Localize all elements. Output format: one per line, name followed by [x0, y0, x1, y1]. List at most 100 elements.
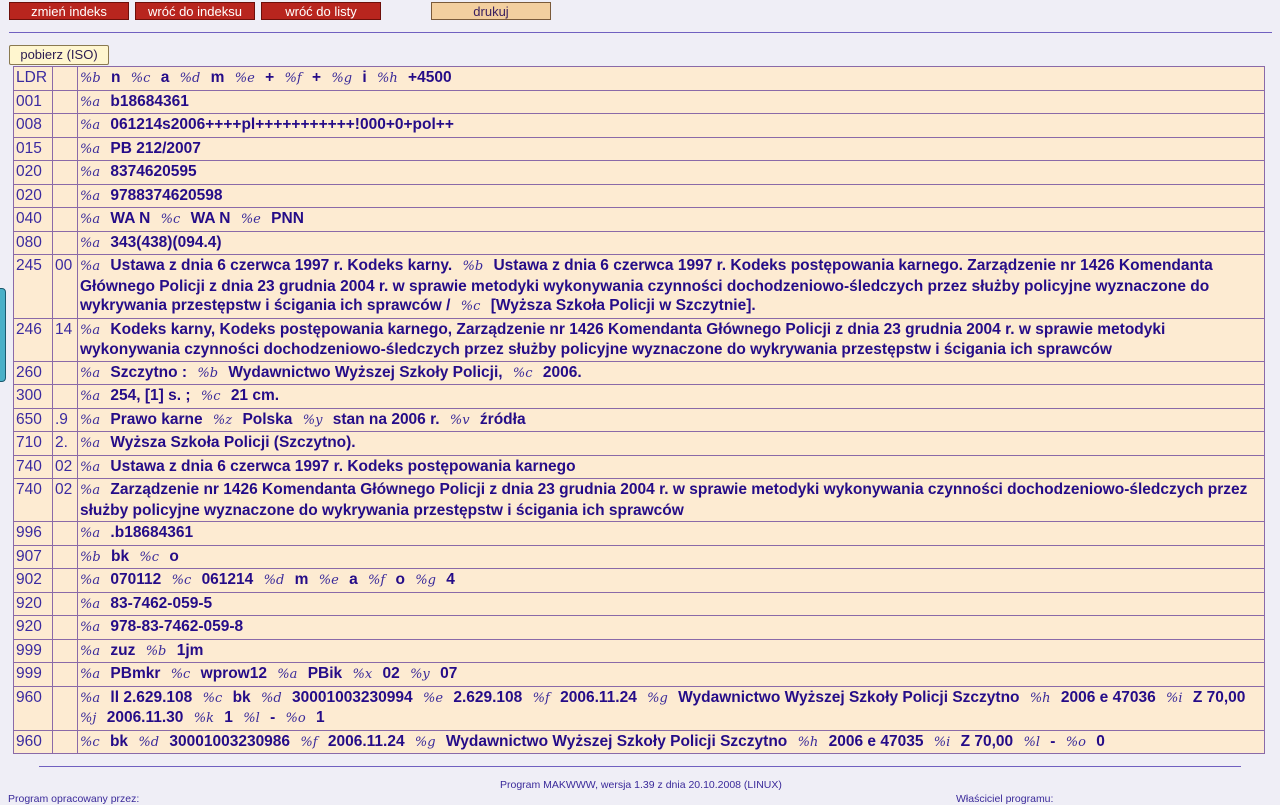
subfield-code: %v — [449, 412, 470, 428]
subfield-text: Polska — [242, 410, 293, 428]
subfield-text: bk — [109, 732, 129, 750]
subfield-text: PB 212/2007 — [110, 139, 201, 157]
subfield-code: %b — [197, 365, 219, 381]
field-tag: 996 — [13, 521, 53, 546]
marc-field-row: 246 14 %a Kodeks karny, Kodeks postępowani… — [13, 317, 1265, 362]
marc-field-row: 260 %a Szczytno : %b Wydawnictwo Wyższej … — [13, 360, 1265, 385]
subfield-code: %g — [414, 734, 436, 750]
subfield-text: Zarządzenie nr 1426 Komendanta Głównego … — [80, 481, 1248, 519]
subfield-text: 8374620595 — [110, 163, 197, 180]
marc-field-row: 920 %a 83-7462-059-5 — [13, 591, 1265, 616]
subfield-code: %c — [200, 389, 221, 404]
subfield-text: 1 — [224, 709, 233, 726]
subfield-text: 061214s2006++++pl+++++++++++!000+0+pol++ — [110, 116, 454, 133]
subfield-code: %a — [80, 322, 101, 338]
field-value: %a 343(438)(094.4) — [77, 230, 1265, 255]
field-tag: 920 — [13, 591, 53, 616]
subfield-text: PNN — [271, 210, 304, 227]
subfield-text: 343(438)(094.4) — [110, 233, 222, 251]
change-index-button[interactable]: zmień indeks — [9, 2, 129, 20]
subfield-text: 070112 — [110, 571, 162, 588]
subfield-code: %a — [80, 165, 101, 180]
field-tag: 020 — [13, 160, 53, 185]
marc-field-row: 999 %a zuz %b 1jm — [13, 638, 1265, 663]
marc-field-row: 015 %a PB 212/2007 — [13, 136, 1265, 161]
subfield-code: %b — [145, 643, 167, 659]
subfield-code: %j — [80, 711, 97, 726]
marc-field-row: 040 %a WA N %c WA N %e PNN — [13, 207, 1265, 232]
field-indicators — [52, 230, 78, 255]
marc-field-row: 300 %a 254, [1] s. ; %c 21 cm. — [13, 384, 1265, 409]
subfield-text: 2006.11.30 — [106, 709, 184, 726]
subfield-text: o — [395, 571, 405, 588]
subfield-text: wprow12 — [200, 665, 267, 682]
back-to-list-button[interactable]: wróć do listy — [261, 2, 381, 20]
toolbar: zmień indeks wróć do indeksu wróć do lis… — [0, 0, 1280, 34]
field-indicators — [52, 89, 78, 114]
subfield-text: 2006.11.24 — [327, 732, 405, 750]
subfield-code: %c — [202, 690, 223, 706]
marc-field-row: 020 %a 9788374620598 — [13, 183, 1265, 208]
subfield-text: Wydawnictwo Wyższej Szkoły Policji Szczy… — [678, 688, 1020, 706]
subfield-text: i — [362, 69, 367, 86]
subfield-code: %a — [80, 141, 101, 157]
field-value: %a 254, [1] s. ; %c 21 cm. — [77, 384, 1265, 409]
subfield-code: %d — [138, 734, 160, 750]
field-value: %b n %c a %d m %e + %f + %g i %h +4500 — [77, 66, 1265, 91]
field-value: %a ll 2.629.108 %c bk %d 30001003230994 … — [77, 685, 1265, 731]
field-tag: 902 — [13, 568, 53, 593]
subfield-code: %y — [302, 412, 323, 428]
subfield-code: %o — [1065, 734, 1086, 750]
subfield-code: %y — [410, 667, 430, 682]
field-indicators — [52, 544, 78, 569]
field-indicators — [52, 136, 78, 161]
subfield-text: o — [169, 547, 179, 565]
field-indicators — [52, 360, 78, 385]
marc-field-row: 080 %a 343(438)(094.4) — [13, 230, 1265, 255]
field-indicators — [52, 729, 78, 754]
subfield-code: %a — [80, 459, 101, 475]
side-handle[interactable] — [0, 288, 6, 382]
subfield-text: Kodeks karny, Kodeks postępowania karneg… — [80, 320, 1166, 359]
field-value: %a Ustawa z dnia 6 czerwca 1997 r. Kodek… — [77, 454, 1265, 479]
subfield-code: %g — [415, 573, 436, 588]
subfield-code: %c — [139, 549, 160, 565]
print-button[interactable]: drukuj — [431, 2, 551, 20]
field-value: %a Ustawa z dnia 6 czerwca 1997 r. Kodek… — [77, 254, 1265, 319]
download-iso-button[interactable]: pobierz (ISO) — [9, 45, 109, 65]
field-indicators — [52, 638, 78, 663]
subfield-text: +4500 — [408, 69, 452, 86]
subfield-text: 0 — [1096, 732, 1105, 750]
field-tag: 040 — [13, 207, 53, 232]
subfield-code: %c — [130, 71, 151, 86]
subfield-code: %a — [80, 188, 101, 204]
subfield-text: 978-83-7462-059-8 — [110, 618, 244, 635]
subfield-text: 02 — [382, 665, 400, 682]
subfield-text: Szczytno : — [110, 363, 188, 381]
subfield-text: Wyższa Szkoła Policji (Szczytno). — [110, 434, 356, 451]
subfield-code: %l — [243, 711, 260, 726]
subfield-text: Ustawa z dnia 6 czerwca 1997 r. Kodeks k… — [110, 257, 453, 274]
subfield-text: 9788374620598 — [110, 186, 223, 204]
back-to-index-button[interactable]: wróć do indeksu — [135, 2, 255, 20]
subfield-text: 30001003230986 — [169, 732, 291, 750]
subfield-text: Ustawa z dnia 6 czerwca 1997 r. Kodeks p… — [110, 457, 576, 475]
marc-field-row: 920 %a 978-83-7462-059-8 — [13, 615, 1265, 640]
field-indicators — [52, 615, 78, 640]
field-value: %b bk %c o — [77, 544, 1265, 569]
subfield-code: %o — [285, 711, 306, 726]
subfield-text: 254, [1] s. ; — [110, 387, 191, 404]
subfield-code: %e — [240, 212, 261, 227]
subfield-code: %c — [512, 365, 533, 381]
subfield-code: %c — [171, 573, 192, 588]
field-tag: 999 — [13, 638, 53, 663]
subfield-text: [Wyższa Szkoła Policji w Szczytnie]. — [490, 297, 756, 314]
subfield-text: 2006. — [542, 363, 582, 381]
marc-field-row: 710 2. %a Wyższa Szkoła Policji (Szczytno)… — [13, 431, 1265, 456]
field-indicators: 02 — [52, 454, 78, 479]
subfield-code: %c — [80, 734, 100, 750]
marc-field-row: 960 %a ll 2.629.108 %c bk %d 300010032309… — [13, 685, 1265, 731]
marc-record-table: LDR %b n %c a %d m %e + %f + %g i %h +450… — [13, 66, 1265, 754]
subfield-text: - — [1050, 732, 1056, 750]
field-tag: 008 — [13, 113, 53, 138]
